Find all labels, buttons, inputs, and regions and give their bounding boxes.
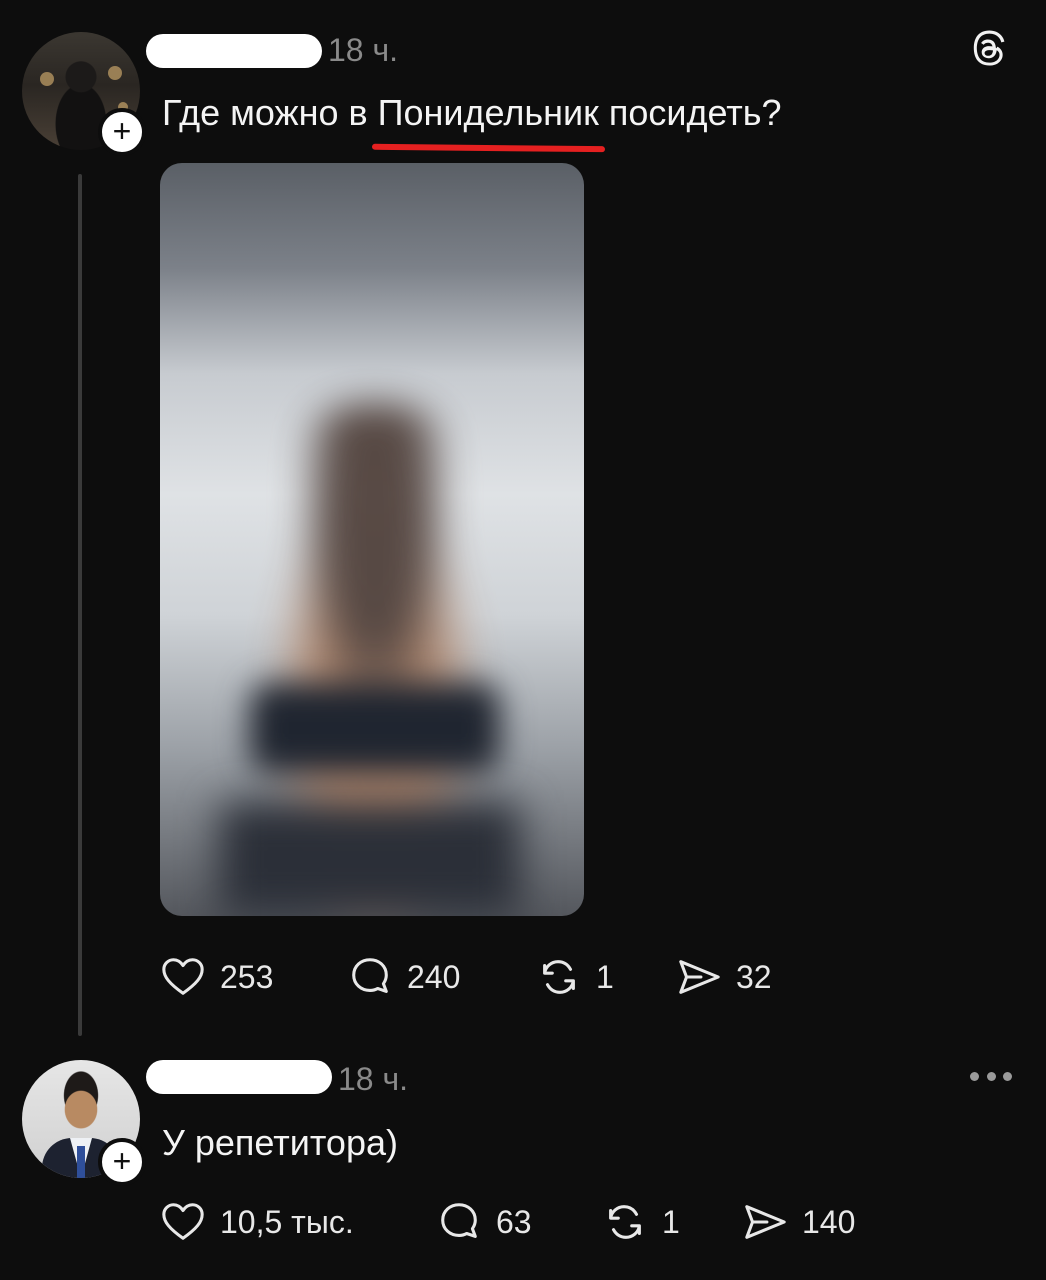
share-button[interactable]: 32 xyxy=(676,954,772,1000)
redacted-reply-username xyxy=(146,1060,332,1094)
repost-count: 1 xyxy=(596,958,614,995)
heart-icon xyxy=(162,958,204,995)
comment-icon xyxy=(352,958,388,993)
threads-logo-icon[interactable] xyxy=(966,28,1010,72)
reply-share-button[interactable]: 140 xyxy=(742,1199,855,1245)
repost-icon xyxy=(543,960,575,994)
send-icon xyxy=(679,960,720,994)
highlighted-word: Понидельник xyxy=(371,92,605,153)
more-dots-icon[interactable] xyxy=(970,1072,1012,1084)
repost-icon xyxy=(609,1205,641,1239)
reply-button[interactable]: 240 xyxy=(347,954,460,1000)
reply-repost-button[interactable]: 1 xyxy=(602,1199,680,1245)
reply-text: У репетитора) xyxy=(162,1122,398,1163)
highlighted-word-text: Понидельник xyxy=(377,92,599,133)
post-media[interactable] xyxy=(160,163,584,916)
post-text: Где можно в Понидельник посидеть? xyxy=(162,92,782,153)
like-count: 253 xyxy=(220,958,274,995)
post-timestamp: 18 ч. xyxy=(328,32,399,68)
repost-button[interactable]: 1 xyxy=(536,954,614,1000)
post-text-start: Где можно в xyxy=(162,92,378,133)
comment-icon xyxy=(441,1203,477,1238)
reply-share-count: 140 xyxy=(802,1203,856,1240)
reply-like-count: 10,5 тыс. xyxy=(220,1203,354,1240)
reply-repost-count: 1 xyxy=(662,1203,680,1240)
share-count: 32 xyxy=(736,958,772,995)
post-text-end: посидеть? xyxy=(598,92,782,133)
reply-timestamp: 18 ч. xyxy=(338,1061,409,1097)
thread-connector-line xyxy=(78,174,82,1036)
follow-reply-author-button[interactable]: + xyxy=(98,1138,146,1186)
redacted-username xyxy=(146,34,322,68)
reply-reply-button[interactable]: 63 xyxy=(436,1199,532,1245)
send-icon xyxy=(745,1205,786,1239)
heart-icon xyxy=(162,1203,204,1240)
like-button[interactable]: 253 xyxy=(160,954,273,1000)
reply-count: 240 xyxy=(407,958,461,995)
reply-reply-count: 63 xyxy=(496,1203,532,1240)
red-underline-annotation xyxy=(371,143,605,153)
follow-author-button[interactable]: + xyxy=(98,108,146,156)
reply-like-button[interactable]: 10,5 тыс. xyxy=(160,1199,354,1245)
